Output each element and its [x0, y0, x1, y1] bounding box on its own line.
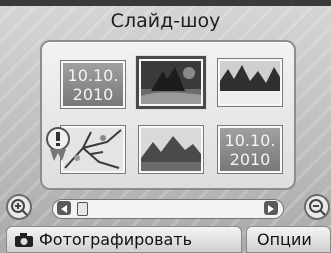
- thumbnail-scrollbar[interactable]: [6, 194, 330, 220]
- scroll-right-arrow-icon[interactable]: [264, 201, 278, 215]
- scroll-handle[interactable]: [76, 202, 88, 216]
- photo-dark-tree: [141, 61, 201, 104]
- photo-branches: [63, 128, 123, 171]
- thumbnail-date-1[interactable]: 10.10. 2010: [61, 61, 125, 108]
- zoom-in-icon[interactable]: [6, 194, 32, 220]
- bottom-bar: Фотографировать Опции: [0, 226, 331, 253]
- screen-title: Слайд-шоу: [110, 10, 221, 32]
- thumbnail-photo-selected[interactable]: [139, 59, 203, 106]
- take-photo-label: Фотографировать: [39, 230, 193, 249]
- options-label: Опции: [257, 230, 312, 249]
- zoom-out-icon[interactable]: [304, 194, 330, 220]
- photo-snow-forest: [220, 61, 280, 104]
- photo-mountains: [141, 128, 201, 171]
- take-photo-button[interactable]: Фотографировать: [6, 226, 242, 253]
- thumbnail-photo-2[interactable]: [218, 59, 282, 106]
- camera-icon: [15, 233, 33, 247]
- date-label-line2: 2010: [72, 85, 114, 104]
- warning-icon: [46, 127, 70, 161]
- thumbnail-photo-4[interactable]: [139, 126, 203, 173]
- scroll-left-arrow-icon[interactable]: [57, 201, 71, 215]
- scroll-track[interactable]: [52, 199, 284, 219]
- date-label-line2: 2010: [229, 150, 271, 169]
- thumbnail-date-2[interactable]: 10.10. 2010: [218, 126, 282, 173]
- date-label-line1: 10.10.: [224, 131, 276, 150]
- slideshow-screen: Слайд-шоу 10.10. 2010 10.10. 2010 Фотогр…: [0, 0, 331, 253]
- date-label-line1: 10.10.: [67, 66, 119, 85]
- thumbnail-panel: 10.10. 2010 10.10. 2010: [40, 40, 296, 190]
- options-button[interactable]: Опции: [246, 226, 331, 253]
